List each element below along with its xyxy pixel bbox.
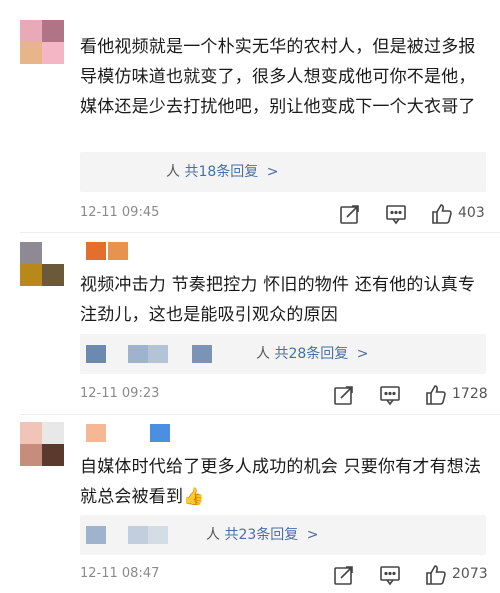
comment-text: 自媒体时代给了更多人成功的机会 只要你有才有想法 就总会被看到👍: [80, 457, 482, 507]
avatar[interactable]: [20, 20, 64, 64]
like-icon[interactable]: [424, 563, 448, 587]
like-count: 403: [458, 205, 485, 221]
avatar-redacted: [148, 345, 168, 363]
comment-text: 视频冲击力 节奏把控力 怀旧的物件 还有他的认真专注劲儿，这也是能吸引观众的原因: [80, 275, 476, 325]
chevron-right-icon: >: [356, 346, 369, 362]
like-icon[interactable]: [424, 383, 448, 407]
avatar-redacted: [86, 345, 106, 363]
divider: [20, 414, 500, 415]
like-icon[interactable]: [430, 202, 454, 226]
chevron-right-icon: >: [306, 527, 319, 543]
divider: [20, 232, 500, 233]
share-icon[interactable]: [332, 563, 356, 587]
comment-text: 看他视频就是一个朴实无华的农村人，但是被过多报导模仿味道也就变了，很多人想变成他…: [80, 37, 476, 117]
like-count: 2073: [452, 566, 488, 582]
username-redacted: [86, 242, 128, 260]
avatar-redacted: [128, 526, 148, 544]
comment-meta: 12-11 09:45 403: [80, 202, 490, 226]
timestamp: 12-11 09:45: [80, 205, 160, 220]
avatar-redacted: [128, 345, 148, 363]
like-count: 1728: [452, 386, 488, 402]
reply-count-link[interactable]: 共18条回复: [184, 164, 258, 180]
chevron-right-icon: >: [266, 164, 279, 180]
comment-icon[interactable]: [378, 563, 402, 587]
avatar[interactable]: [20, 242, 64, 286]
reply-user-suffix: 人: [256, 346, 270, 362]
comment-icon[interactable]: [378, 383, 402, 407]
reply-user-suffix: 人: [206, 527, 220, 543]
comment-meta: 12-11 08:47 2073: [80, 563, 490, 587]
reply-count-link[interactable]: 共23条回复: [224, 527, 298, 543]
reply-preview[interactable]: 人 共18条回复 >: [80, 152, 486, 192]
avatar[interactable]: [20, 422, 64, 466]
comment-meta: 12-11 09:23 1728: [80, 383, 490, 407]
timestamp: 12-11 08:47: [80, 566, 160, 581]
reply-count-link[interactable]: 共28条回复: [274, 346, 348, 362]
share-icon[interactable]: [338, 202, 362, 226]
share-icon[interactable]: [332, 383, 356, 407]
badge-redacted: [150, 424, 170, 442]
reply-preview[interactable]: 人 共23条回复 >: [80, 515, 486, 555]
timestamp: 12-11 09:23: [80, 386, 160, 401]
comment-icon[interactable]: [384, 202, 408, 226]
avatar-redacted: [192, 345, 212, 363]
avatar-redacted: [86, 526, 106, 544]
reply-user-suffix: 人: [166, 164, 180, 180]
username-redacted: [86, 424, 106, 442]
reply-preview[interactable]: 人 共28条回复 >: [80, 334, 486, 374]
avatar-redacted: [148, 526, 168, 544]
